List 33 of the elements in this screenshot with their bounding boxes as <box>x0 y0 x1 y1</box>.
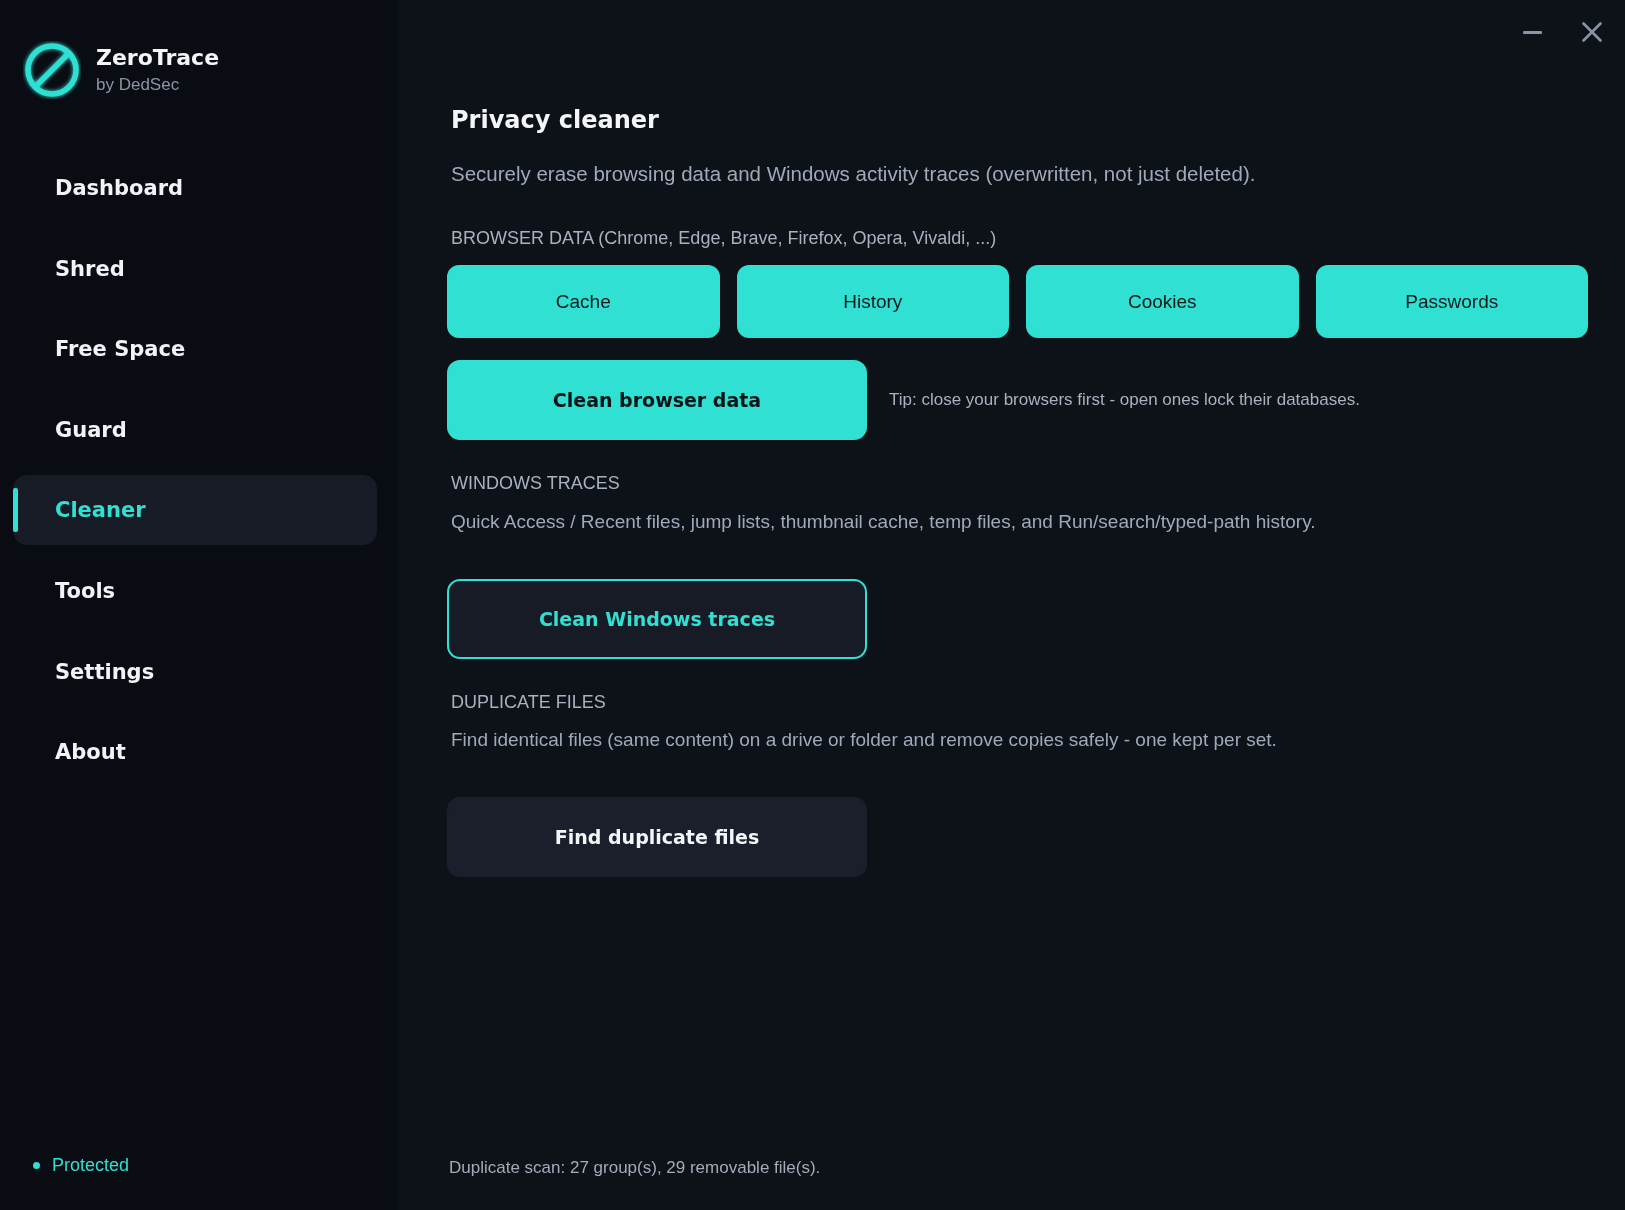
tip-text: Tip: close your browsers first - open ones lock their databases. <box>889 390 1360 410</box>
option-toggle[interactable]: Cache <box>447 265 720 338</box>
minimize-button[interactable] <box>1523 30 1542 34</box>
app-byline: by DedSec <box>96 75 181 95</box>
option-toggle[interactable]: Cookies <box>1026 265 1299 338</box>
option-toggle[interactable]: Passwords <box>1315 265 1588 338</box>
status-dot-icon <box>33 1162 40 1169</box>
page-subtitle: Securely erase browsing data and Windows activity traces (overwritten, not just deleted). <box>451 162 1257 186</box>
option-toggle[interactable]: History <box>736 265 1009 338</box>
action-button[interactable]: Clean Windows traces <box>447 578 867 659</box>
sidebar-item[interactable]: Tools <box>13 555 377 626</box>
logo-icon <box>23 41 81 99</box>
sidebar-item[interactable]: Cleaner <box>13 475 377 546</box>
sidebar-item[interactable]: Dashboard <box>13 153 377 223</box>
section-heading: DUPLICATE FILES <box>451 690 607 713</box>
minimize-icon <box>1523 30 1542 34</box>
page-title: Privacy cleaner <box>451 105 660 136</box>
sidebar-item[interactable]: Guard <box>13 394 377 465</box>
close-icon <box>1582 22 1602 42</box>
action-button[interactable]: Find duplicate files <box>447 797 867 877</box>
status-text: Duplicate scan: 27 group(s), 29 removable file(s). <box>448 1158 822 1178</box>
section-heading: BROWSER DATA (Chrome, Edge, Brave, Firefox, Opera, Vivaldi, ...) <box>451 227 998 249</box>
sidebar-item[interactable]: Free Space <box>13 314 377 385</box>
app-name: ZeroTrace <box>96 45 220 71</box>
sidebar-item[interactable]: Shred <box>13 233 377 304</box>
section-description: Quick Access / Recent files, jump lists, thumbnail cache, temp files, and Run/search/typed-path history. <box>451 509 1317 533</box>
status-label: Protected <box>52 1155 130 1176</box>
sidebar-item[interactable]: Settings <box>13 636 377 707</box>
section-heading: WINDOWS TRACES <box>451 472 621 494</box>
action-button[interactable]: Clean browser data <box>447 360 867 440</box>
section-description: Find identical files (same content) on a drive or folder and remove copies safely - one kept per set. <box>451 728 1278 751</box>
sidebar-item[interactable]: About <box>13 717 377 788</box>
close-button[interactable] <box>1582 22 1602 42</box>
